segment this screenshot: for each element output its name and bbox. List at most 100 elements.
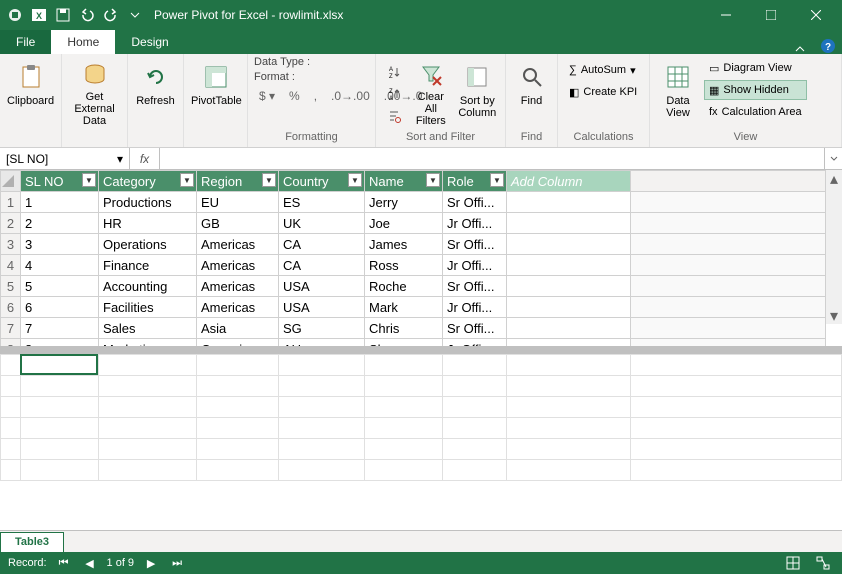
- cell[interactable]: Jerry: [365, 192, 443, 213]
- maximize-button[interactable]: [748, 0, 793, 30]
- sort-by-column-button[interactable]: Sort by Column: [456, 56, 499, 128]
- help-icon[interactable]: ?: [814, 38, 842, 54]
- pivottable-button[interactable]: PivotTable: [190, 56, 243, 128]
- get-external-data-button[interactable]: Get External Data: [68, 56, 121, 128]
- row-header[interactable]: 5: [1, 276, 21, 297]
- col-header-country[interactable]: Country▼: [279, 171, 365, 192]
- col-header-slno[interactable]: SL NO▼: [21, 171, 99, 192]
- cell[interactable]: Joe: [365, 213, 443, 234]
- cell[interactable]: 1: [21, 192, 99, 213]
- cell[interactable]: USA: [279, 276, 365, 297]
- cell[interactable]: Ross: [365, 255, 443, 276]
- close-button[interactable]: [793, 0, 838, 30]
- cell[interactable]: Jr Offi...: [443, 297, 507, 318]
- percent-button[interactable]: %: [284, 86, 305, 106]
- first-record-button[interactable]: ⏮: [55, 557, 73, 570]
- table-row[interactable]: 66FacilitiesAmericasUSAMarkJr Offi...: [1, 297, 826, 318]
- table-row[interactable]: 22HRGBUKJoeJr Offi...: [1, 213, 826, 234]
- fx-label[interactable]: fx: [130, 148, 160, 169]
- cell[interactable]: 7: [21, 318, 99, 339]
- table-row[interactable]: 33OperationsAmericasCAJamesSr Offi...: [1, 234, 826, 255]
- data-type-label[interactable]: Data Type :: [254, 56, 369, 68]
- cell[interactable]: Americas: [197, 297, 279, 318]
- cell[interactable]: ES: [279, 192, 365, 213]
- cell[interactable]: Americas: [197, 276, 279, 297]
- format-label[interactable]: Format :: [254, 71, 369, 83]
- cell[interactable]: Jr Offi...: [443, 339, 507, 347]
- cell[interactable]: [507, 339, 631, 347]
- redo-icon[interactable]: [100, 4, 122, 26]
- col-header-region[interactable]: Region▼: [197, 171, 279, 192]
- add-column-header[interactable]: Add Column: [507, 171, 631, 192]
- cell[interactable]: AU: [279, 339, 365, 347]
- cell[interactable]: Chris: [365, 318, 443, 339]
- cell[interactable]: Mark: [365, 297, 443, 318]
- clear-sort-button[interactable]: [382, 106, 406, 126]
- row-header[interactable]: 2: [1, 213, 21, 234]
- tab-home[interactable]: Home: [51, 30, 115, 54]
- filter-icon[interactable]: ▼: [180, 173, 194, 187]
- cell[interactable]: Sharon: [365, 339, 443, 347]
- formula-input[interactable]: [160, 148, 824, 169]
- cell[interactable]: Roche: [365, 276, 443, 297]
- cell[interactable]: Sr Offi...: [443, 276, 507, 297]
- cell[interactable]: Jr Offi...: [443, 255, 507, 276]
- diagram-view-button[interactable]: ▭ Diagram View: [704, 58, 807, 78]
- cell[interactable]: Sr Offi...: [443, 234, 507, 255]
- grid-view-icon[interactable]: [782, 554, 804, 572]
- clipboard-button[interactable]: Clipboard: [6, 56, 55, 128]
- cell[interactable]: [507, 297, 631, 318]
- cell[interactable]: 6: [21, 297, 99, 318]
- filter-icon[interactable]: ▼: [426, 173, 440, 187]
- tab-file[interactable]: File: [0, 30, 51, 54]
- vertical-scrollbar[interactable]: ▴ ▾: [825, 170, 842, 324]
- table-row[interactable]: 55AccountingAmericasUSARocheSr Offi...: [1, 276, 826, 297]
- cell[interactable]: 8: [21, 339, 99, 347]
- scroll-down-icon[interactable]: ▾: [826, 307, 842, 324]
- cell[interactable]: [507, 234, 631, 255]
- filter-icon[interactable]: ▼: [490, 173, 504, 187]
- cell[interactable]: Accounting: [99, 276, 197, 297]
- tab-design[interactable]: Design: [115, 30, 184, 54]
- col-header-role[interactable]: Role▼: [443, 171, 507, 192]
- col-header-category[interactable]: Category▼: [99, 171, 197, 192]
- cell[interactable]: [507, 276, 631, 297]
- minimize-button[interactable]: [703, 0, 748, 30]
- scroll-up-icon[interactable]: ▴: [826, 170, 842, 187]
- name-box-dropdown-icon[interactable]: ▾: [117, 152, 123, 166]
- row-header[interactable]: 8: [1, 339, 21, 347]
- cell[interactable]: Operations: [99, 234, 197, 255]
- qat-customize-icon[interactable]: [124, 4, 146, 26]
- find-button[interactable]: Find: [512, 56, 551, 128]
- autosum-button[interactable]: ∑ AutoSum ▾: [564, 60, 642, 80]
- data-view-button[interactable]: Data View: [656, 56, 700, 128]
- cell[interactable]: Sales: [99, 318, 197, 339]
- row-header[interactable]: 3: [1, 234, 21, 255]
- cell[interactable]: [507, 213, 631, 234]
- increase-decimal-button[interactable]: .0→.00: [326, 86, 375, 106]
- cell[interactable]: Americas: [197, 234, 279, 255]
- row-header[interactable]: 6: [1, 297, 21, 318]
- cell[interactable]: Oceania: [197, 339, 279, 347]
- comma-button[interactable]: ,: [309, 86, 322, 106]
- show-hidden-button[interactable]: ▦ Show Hidden: [704, 80, 807, 100]
- row-header[interactable]: 7: [1, 318, 21, 339]
- cell[interactable]: Finance: [99, 255, 197, 276]
- cell[interactable]: Sr Offi...: [443, 318, 507, 339]
- ribbon-collapse-icon[interactable]: [786, 44, 814, 54]
- cell[interactable]: James: [365, 234, 443, 255]
- table-row[interactable]: 88MarketingOceaniaAUSharonJr Offi...: [1, 339, 826, 347]
- save-icon[interactable]: [52, 4, 74, 26]
- filter-icon[interactable]: ▼: [82, 173, 96, 187]
- cell[interactable]: SG: [279, 318, 365, 339]
- formula-bar-expand-icon[interactable]: [824, 148, 842, 169]
- cell[interactable]: CA: [279, 234, 365, 255]
- table-row[interactable]: 44FinanceAmericasCARossJr Offi...: [1, 255, 826, 276]
- name-box[interactable]: [SL NO] ▾: [0, 148, 130, 169]
- undo-icon[interactable]: [76, 4, 98, 26]
- clear-all-filters-button[interactable]: Clear All Filters: [410, 56, 452, 128]
- cell[interactable]: HR: [99, 213, 197, 234]
- cell[interactable]: Marketing: [99, 339, 197, 347]
- cell[interactable]: Sr Offi...: [443, 192, 507, 213]
- sheet-tab[interactable]: Table3: [0, 532, 64, 552]
